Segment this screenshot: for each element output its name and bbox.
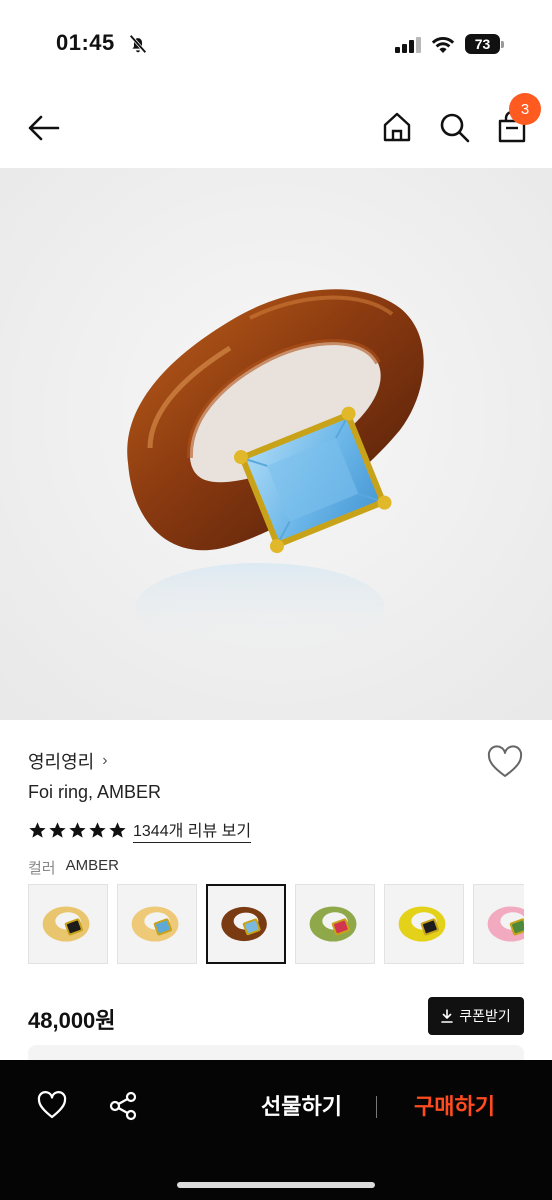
color-swatches [28,884,524,964]
star-icon [89,821,106,838]
color-swatch[interactable] [295,884,375,964]
bell-off-icon [129,34,147,54]
color-swatch[interactable] [473,884,524,964]
ring-photo [0,168,552,720]
home-indicator [177,1182,375,1188]
wifi-icon [431,36,455,53]
ring-thumbnail [398,906,446,942]
bottom-action-bar: 선물하기 구매하기 [0,1060,552,1200]
battery-level: 73 [465,34,500,54]
gift-button[interactable]: 선물하기 [244,1090,359,1124]
star-icon [109,821,126,838]
share-icon[interactable] [107,1090,139,1122]
ring-thumbnail [221,906,267,942]
nav-header: 3 [0,90,552,168]
star-icon [49,821,66,838]
wishlist-heart-icon[interactable] [486,744,524,782]
color-value: AMBER [65,857,119,874]
color-swatch[interactable] [28,884,108,964]
color-swatch[interactable] [117,884,197,964]
rating-stars [28,821,127,840]
buy-button[interactable]: 구매하기 [397,1090,512,1124]
star-icon [29,821,46,838]
status-bar: 01:45 73 [0,0,552,90]
star-icon [69,821,86,838]
download-icon [441,1009,454,1023]
heart-icon[interactable] [36,1090,68,1122]
cart-count-badge: 3 [509,93,541,125]
back-arrow-icon[interactable] [26,110,62,146]
chevron-right-icon: › [102,752,108,769]
battery-icon: 73 [465,34,505,54]
brand-name: 영리영리 [28,752,95,772]
color-label: 컬러 [28,860,56,877]
ring-thumbnail [309,906,357,942]
status-time: 01:45 [56,30,115,55]
rating-row: 1344개 리뷰 보기 [28,817,252,843]
signal-icon [395,37,421,53]
brand-link[interactable]: 영리영리 › [28,748,108,774]
product-name: Foi ring, AMBER [28,782,162,802]
ring-thumbnail [487,906,524,942]
ring-thumbnail [42,906,90,942]
color-swatch[interactable] [384,884,464,964]
color-swatch[interactable] [206,884,286,964]
coupon-button[interactable]: 쿠폰받기 [428,997,524,1035]
product-price: 48,000원 [28,1008,116,1033]
search-icon[interactable] [437,110,471,144]
ring-thumbnail [131,906,179,942]
home-icon[interactable] [380,110,414,144]
color-option-row: 컬러 AMBER [28,857,119,878]
review-link[interactable]: 1344개 리뷰 보기 [133,817,252,843]
battery-cap [501,41,504,48]
product-image[interactable] [0,168,552,720]
coupon-label: 쿠폰받기 [459,1008,511,1024]
divider [376,1096,377,1118]
